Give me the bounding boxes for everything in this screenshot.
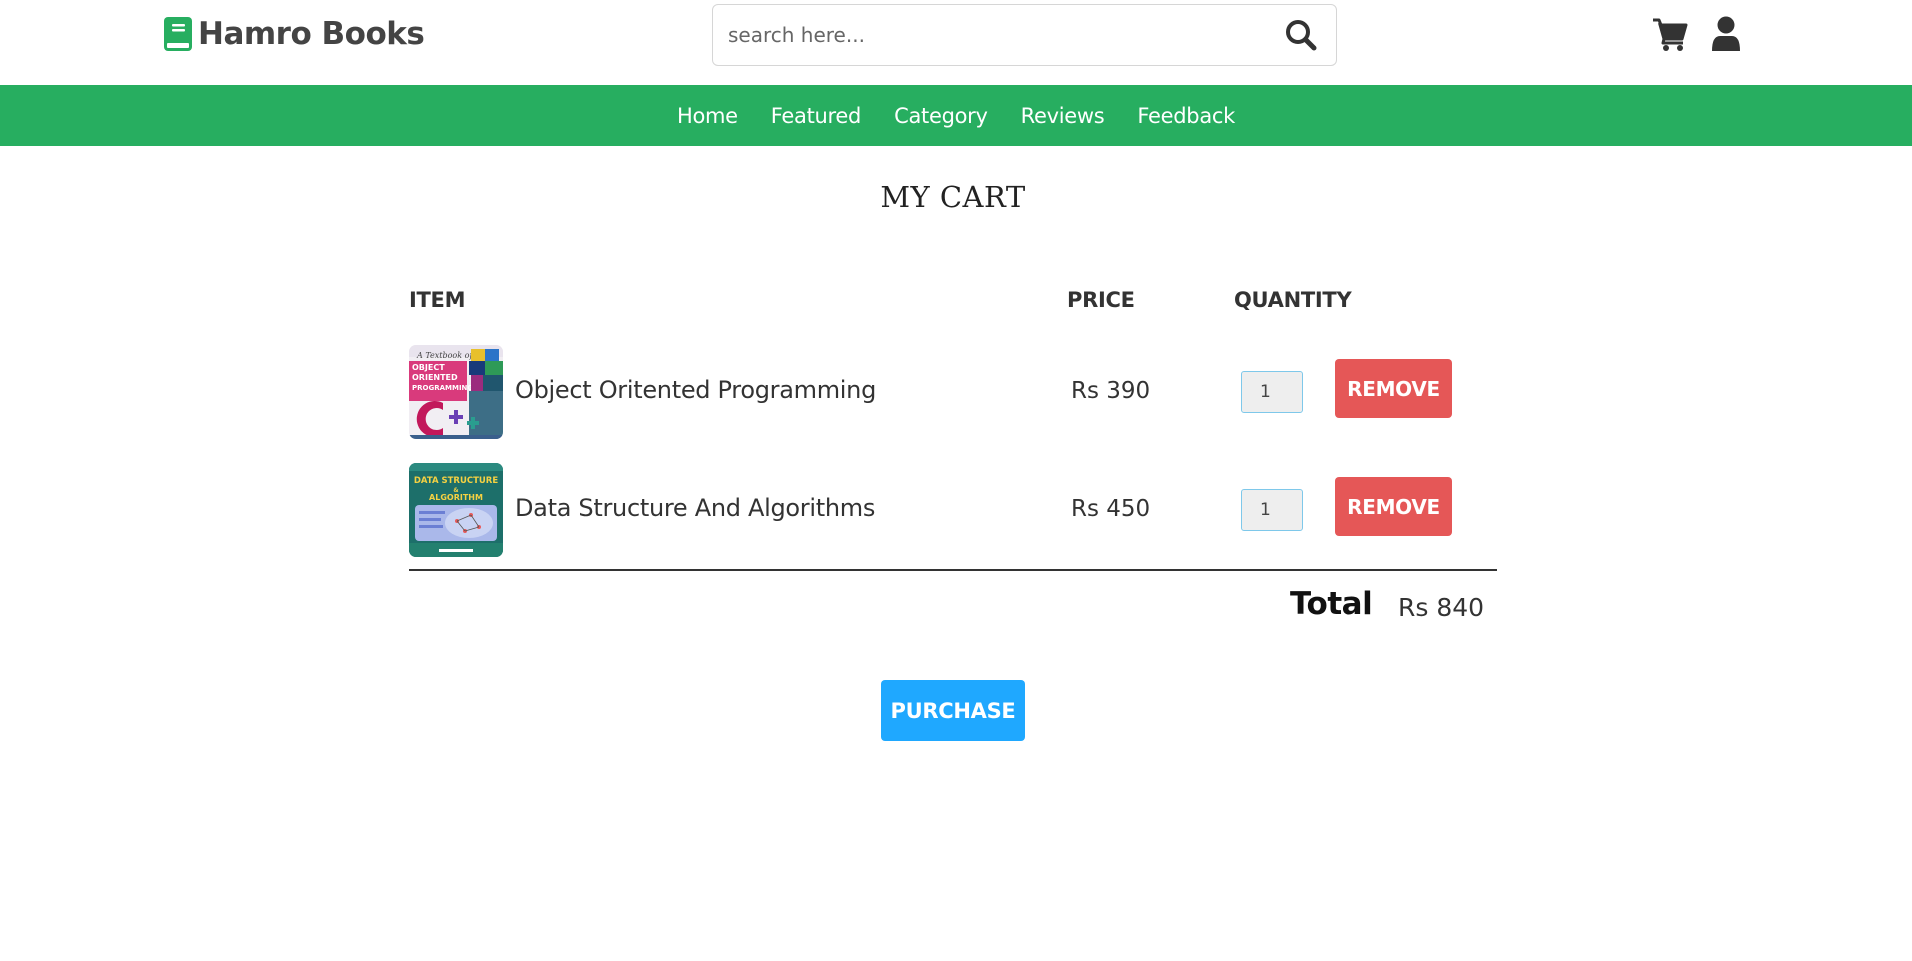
quantity-input[interactable] bbox=[1241, 489, 1303, 531]
book-cover-thumbnail: DATA STRUCTURE & ALGORITHM bbox=[409, 463, 503, 557]
cart-button[interactable] bbox=[1652, 16, 1688, 52]
nav-category[interactable]: Category bbox=[894, 104, 988, 128]
total-label: Total bbox=[1290, 586, 1373, 622]
nav-reviews[interactable]: Reviews bbox=[1021, 104, 1105, 128]
item-name: Object Oritented Programming bbox=[515, 376, 876, 404]
cart-row: A Textbook of OBJECT ORIENTED PROGRAMMIN… bbox=[409, 345, 1497, 439]
book-icon bbox=[164, 17, 192, 51]
nav-featured[interactable]: Featured bbox=[771, 104, 862, 128]
header-actions bbox=[1652, 16, 1746, 52]
remove-button[interactable]: REMOVE bbox=[1335, 359, 1452, 418]
user-button[interactable] bbox=[1710, 16, 1746, 52]
svg-text:OBJECT: OBJECT bbox=[412, 363, 445, 372]
nav-feedback[interactable]: Feedback bbox=[1137, 104, 1235, 128]
search-icon bbox=[1286, 20, 1317, 51]
svg-text:ORIENTED: ORIENTED bbox=[412, 373, 458, 382]
page-title: MY CART bbox=[880, 180, 1026, 214]
main-navbar: Home Featured Category Reviews Feedback bbox=[0, 85, 1912, 146]
svg-text:ALGORITHM: ALGORITHM bbox=[429, 493, 483, 502]
item-price: Rs 450 bbox=[1071, 496, 1151, 522]
item-name: Data Structure And Algorithms bbox=[515, 494, 876, 522]
site-header: Hamro Books bbox=[0, 0, 1912, 85]
total-divider bbox=[409, 569, 1497, 571]
cart-icon bbox=[1653, 18, 1688, 51]
svg-text:DATA STRUCTURE: DATA STRUCTURE bbox=[414, 476, 499, 486]
nav-home[interactable]: Home bbox=[677, 104, 738, 128]
column-header-item: ITEM bbox=[409, 288, 466, 312]
column-header-quantity: QUANTITY bbox=[1234, 288, 1352, 312]
search-button[interactable] bbox=[1266, 5, 1336, 65]
svg-text:PROGRAMMING: PROGRAMMING bbox=[412, 384, 473, 392]
purchase-button[interactable]: PURCHASE bbox=[881, 680, 1025, 741]
brand-name: Hamro Books bbox=[198, 16, 425, 52]
search-form bbox=[712, 4, 1337, 66]
cart-row: DATA STRUCTURE & ALGORITHM Data Structur… bbox=[409, 463, 1497, 557]
svg-text:A Textbook of: A Textbook of bbox=[416, 351, 474, 360]
item-price: Rs 390 bbox=[1071, 378, 1151, 404]
search-input[interactable] bbox=[713, 5, 1266, 65]
column-header-price: PRICE bbox=[1067, 288, 1135, 312]
remove-button[interactable]: REMOVE bbox=[1335, 477, 1452, 536]
quantity-input[interactable] bbox=[1241, 371, 1303, 413]
user-icon bbox=[1712, 16, 1740, 51]
book-cover-thumbnail: A Textbook of OBJECT ORIENTED PROGRAMMIN… bbox=[409, 345, 503, 439]
total-value: Rs 840 bbox=[1398, 593, 1485, 622]
brand-logo-link[interactable]: Hamro Books bbox=[164, 16, 425, 52]
